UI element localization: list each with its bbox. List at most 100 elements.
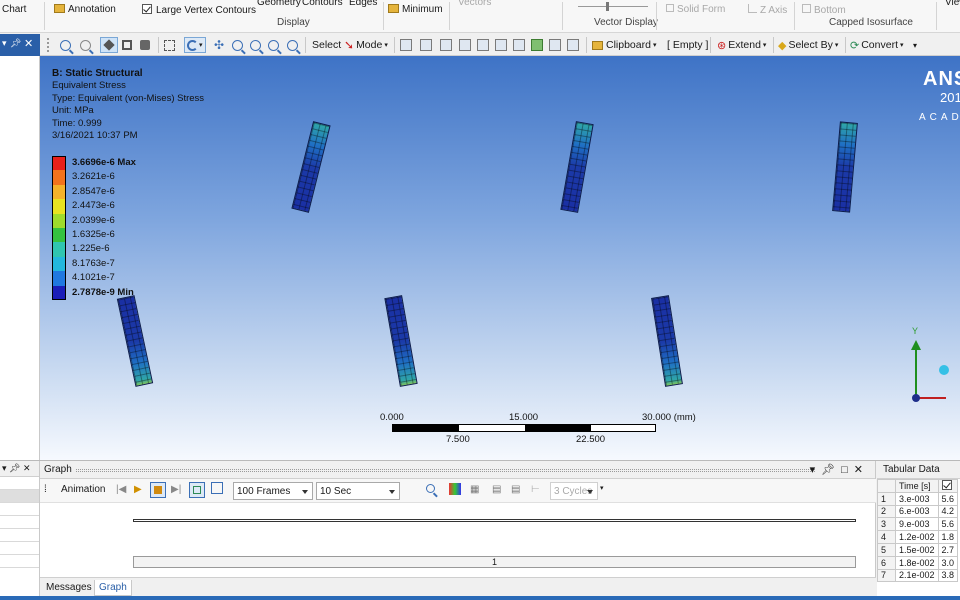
legend-label[interactable]: 1.225e-6 (72, 243, 110, 254)
solid-form-button[interactable]: Solid Form (666, 4, 725, 15)
legend-label[interactable]: 4.1021e-7 (72, 272, 115, 283)
pane-menu-icon[interactable]: ▾ 📌︎ ✕ (2, 463, 31, 473)
face-select-icon[interactable] (122, 37, 132, 53)
legend-label[interactable]: 8.1763e-7 (72, 258, 115, 269)
body-select-icon[interactable] (100, 37, 118, 53)
column-header-time[interactable]: Time [s] (895, 479, 939, 493)
mode-dropdown[interactable]: ➘ Mode ▾ (344, 37, 388, 53)
graph-options-icon[interactable]: ▤ (511, 484, 520, 495)
box-select-icon[interactable] (164, 37, 175, 53)
details-pane[interactable]: ▾ 📌︎ ✕ (0, 461, 40, 597)
element-face-icon[interactable] (495, 37, 507, 53)
cycles-dropdown[interactable]: 3 Cycles (550, 482, 598, 500)
graphics-viewport[interactable]: B: Static Structural Equivalent Stress T… (40, 56, 960, 460)
ribbon-separator (794, 2, 795, 30)
close-icon[interactable]: ✕ (24, 37, 33, 50)
table-row[interactable]: 5 1.5e-002 2.7 (877, 542, 959, 557)
legend-label[interactable]: 3.2621e-6 (72, 171, 115, 182)
pane-menu-icon[interactable]: ▾ (2, 38, 7, 49)
view-button[interactable]: View (945, 0, 960, 8)
zoom-graph-icon[interactable] (426, 484, 435, 496)
z-axis-button[interactable]: Z Axis (748, 4, 787, 16)
mesh-select-icon[interactable] (531, 37, 543, 53)
cycles-icon[interactable]: ⊢ (531, 484, 540, 495)
rotate-icon[interactable]: ▾ (184, 37, 206, 53)
zoom-to-fit-icon[interactable] (268, 37, 279, 53)
table-row[interactable]: 3 9.e-003 5.6 (877, 517, 959, 532)
bottom-button[interactable]: Bottom (802, 4, 846, 16)
pan-icon[interactable]: ✣ (214, 37, 224, 53)
align-icon[interactable]: ▤ (492, 484, 501, 495)
stop-icon[interactable] (150, 482, 166, 498)
chevron-down-icon: ▾ (834, 42, 839, 49)
contour-icon[interactable] (449, 483, 461, 495)
magnifier-icon[interactable] (287, 37, 298, 53)
geometry-button[interactable]: Geometry (257, 0, 301, 8)
chevron-down-icon[interactable]: ▾ (600, 484, 604, 492)
legend-label[interactable]: 2.4473e-6 (72, 200, 115, 211)
large-vertex-contours-checkbox[interactable]: Large Vertex Contours (142, 4, 256, 16)
zoom-out-icon[interactable] (80, 37, 91, 53)
outline-tree-pane[interactable] (0, 56, 40, 460)
legend-label[interactable]: 2.0399e-6 (72, 215, 115, 226)
frame-marker: 1 (491, 557, 497, 567)
zoom-in-icon[interactable] (60, 37, 71, 53)
empty-selection-button[interactable]: [ Empty ] (667, 37, 708, 53)
multi-body-icon[interactable] (140, 37, 150, 53)
edge-select-icon[interactable] (420, 37, 432, 53)
clipboard-icon (592, 40, 603, 50)
convert-icon: ⟳ (850, 39, 860, 52)
contours-button[interactable]: Contours (302, 0, 343, 8)
scale-label: 22.500 (576, 434, 606, 445)
duration-dropdown[interactable]: 10 Sec (316, 482, 400, 500)
next-frame-icon[interactable]: ▶| (171, 484, 181, 495)
isometric-view-ball[interactable] (939, 365, 949, 375)
face-filter-icon[interactable] (440, 37, 452, 53)
frames-dropdown[interactable]: 100 Frames (233, 482, 313, 500)
table-row[interactable]: 6 1.8e-002 3.0 (877, 555, 959, 570)
zoom-icon[interactable] (232, 37, 243, 53)
minimum-button[interactable]: Minimum (388, 4, 443, 15)
element-select-icon[interactable] (513, 37, 525, 53)
annotation-button[interactable]: Annotation (54, 4, 116, 15)
legend-label[interactable]: 2.7878e-9 Min (72, 287, 134, 298)
visibility-icon[interactable] (549, 37, 561, 53)
table-row[interactable]: 4 1.2e-002 1.8 (877, 530, 959, 544)
extend-dropdown[interactable]: ⊛ Extend ▾ (717, 37, 766, 53)
play-icon[interactable]: ▶ (134, 484, 142, 495)
distributed-frames-icon[interactable] (189, 482, 205, 498)
vectors-button[interactable]: Vectors (458, 0, 491, 8)
select-by-dropdown[interactable]: ◆ Select By ▾ (778, 37, 838, 53)
vertex-select-icon[interactable] (400, 37, 412, 53)
frame-strip[interactable]: 1 (133, 556, 856, 568)
table-row[interactable]: 7 2.1e-002 3.8 (877, 568, 959, 583)
vector-scale-slider[interactable] (578, 6, 648, 7)
slider-thumb[interactable] (606, 2, 609, 11)
convert-dropdown[interactable]: ⟳ Convert ▾ (850, 37, 904, 53)
previous-frame-icon[interactable]: |◀ (116, 484, 126, 495)
edges-button[interactable]: Edges (349, 0, 377, 8)
result-frames-icon[interactable] (211, 482, 223, 497)
wand-icon[interactable] (567, 37, 579, 53)
table-row[interactable]: 2 6.e-003 4.2 (877, 504, 959, 519)
animation-timeline-track[interactable] (133, 519, 856, 522)
legend-label[interactable]: 1.6325e-6 (72, 229, 115, 240)
toolbar-overflow-icon[interactable]: ▾ (913, 37, 917, 53)
legend-label[interactable]: 2.8547e-6 (72, 186, 115, 197)
chart-button[interactable]: Chart (2, 4, 26, 15)
tab-messages[interactable]: Messages (42, 580, 96, 596)
body-filter-icon[interactable] (459, 37, 471, 53)
column-checkbox[interactable] (937, 479, 959, 493)
coordinate-triad[interactable]: Y (910, 326, 950, 406)
toolbar-grip (47, 37, 49, 53)
box-zoom-icon[interactable] (250, 37, 261, 53)
export-video-icon[interactable]: ▦ (470, 484, 479, 495)
legend-label[interactable]: 3.6696e-6 Max (72, 157, 136, 168)
clipboard-dropdown[interactable]: Clipboard ▾ (592, 37, 656, 53)
pane-controls[interactable]: ▾📌︎□✕ (810, 463, 869, 476)
table-row[interactable]: 1 3.e-003 5.6 (877, 491, 959, 506)
select-button[interactable]: Select (312, 37, 341, 53)
tab-graph[interactable]: Graph (94, 580, 132, 596)
node-select-icon[interactable] (477, 37, 489, 53)
pin-icon[interactable]: 📌︎ (10, 38, 21, 49)
